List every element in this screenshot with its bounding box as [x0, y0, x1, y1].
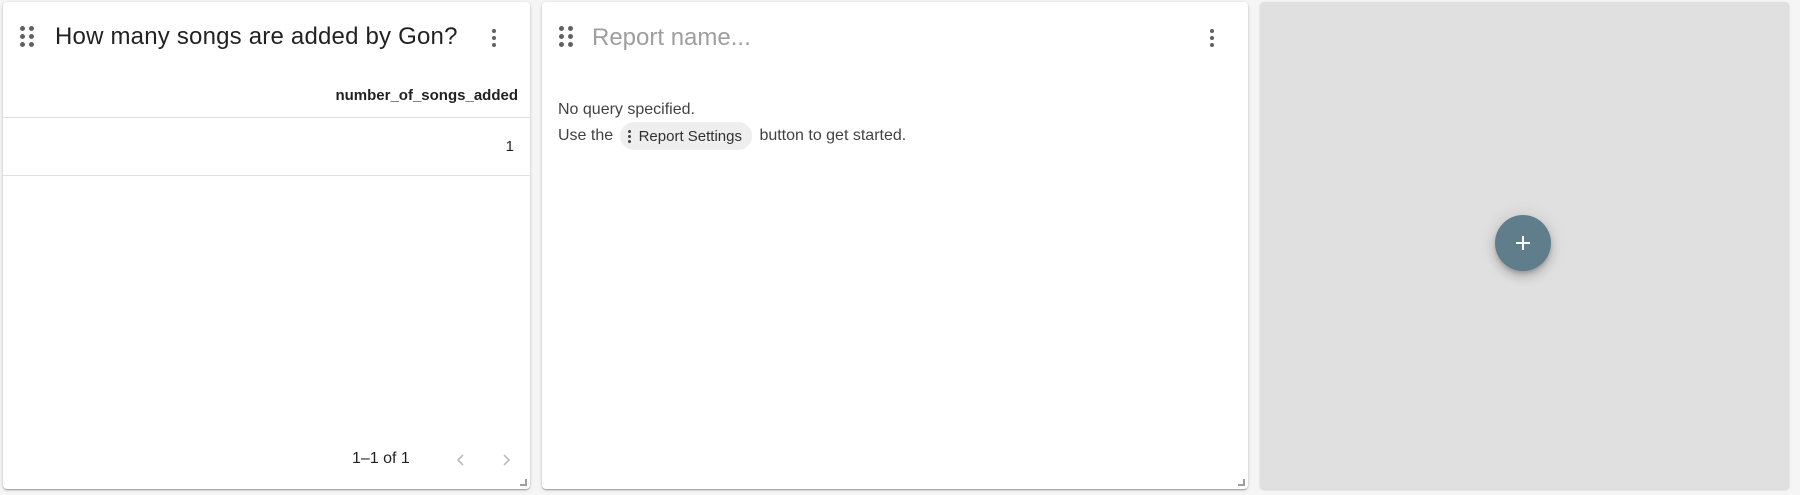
results-table: number_of_songs_added 1 [3, 74, 530, 176]
drag-handle-icon[interactable] [559, 26, 573, 48]
report-title: How many songs are added by Gon? [55, 23, 458, 50]
table-cell: 1 [505, 138, 514, 155]
add-report-button[interactable] [1495, 215, 1551, 271]
column-header[interactable]: number_of_songs_added [335, 87, 518, 104]
previous-page-button[interactable] [449, 448, 473, 472]
pagination-range: 1–1 of 1 [352, 450, 410, 467]
chevron-right-icon [503, 454, 511, 466]
chevron-left-icon [456, 454, 464, 466]
report-menu-button[interactable] [1202, 26, 1222, 50]
report-name-input[interactable] [592, 20, 1152, 56]
report-menu-button[interactable] [484, 26, 504, 50]
hint-prefix: Use the [558, 127, 614, 145]
more-vert-icon [627, 129, 631, 143]
resize-handle[interactable] [520, 479, 527, 486]
chip-label: Report Settings [638, 127, 742, 145]
plus-icon [1516, 236, 1530, 250]
report-settings-chip: Report Settings [619, 122, 752, 150]
add-report-panel [1260, 2, 1789, 489]
get-started-text: Use the Report Settings button to get st… [558, 122, 906, 150]
table-header-row: number_of_songs_added [3, 74, 530, 118]
empty-report-message: No query specified. Use the Report Setti… [558, 97, 906, 150]
table-row: 1 [3, 118, 530, 176]
drag-handle-icon[interactable] [20, 26, 34, 48]
table-pagination: 1–1 of 1 [3, 448, 530, 472]
report-card-new: No query specified. Use the Report Setti… [542, 2, 1248, 489]
next-page-button[interactable] [494, 448, 518, 472]
report-card-songs: How many songs are added by Gon? number_… [3, 2, 530, 489]
no-query-text: No query specified. [558, 101, 695, 118]
resize-handle[interactable] [1238, 479, 1245, 486]
hint-suffix: button to get started. [759, 127, 907, 145]
